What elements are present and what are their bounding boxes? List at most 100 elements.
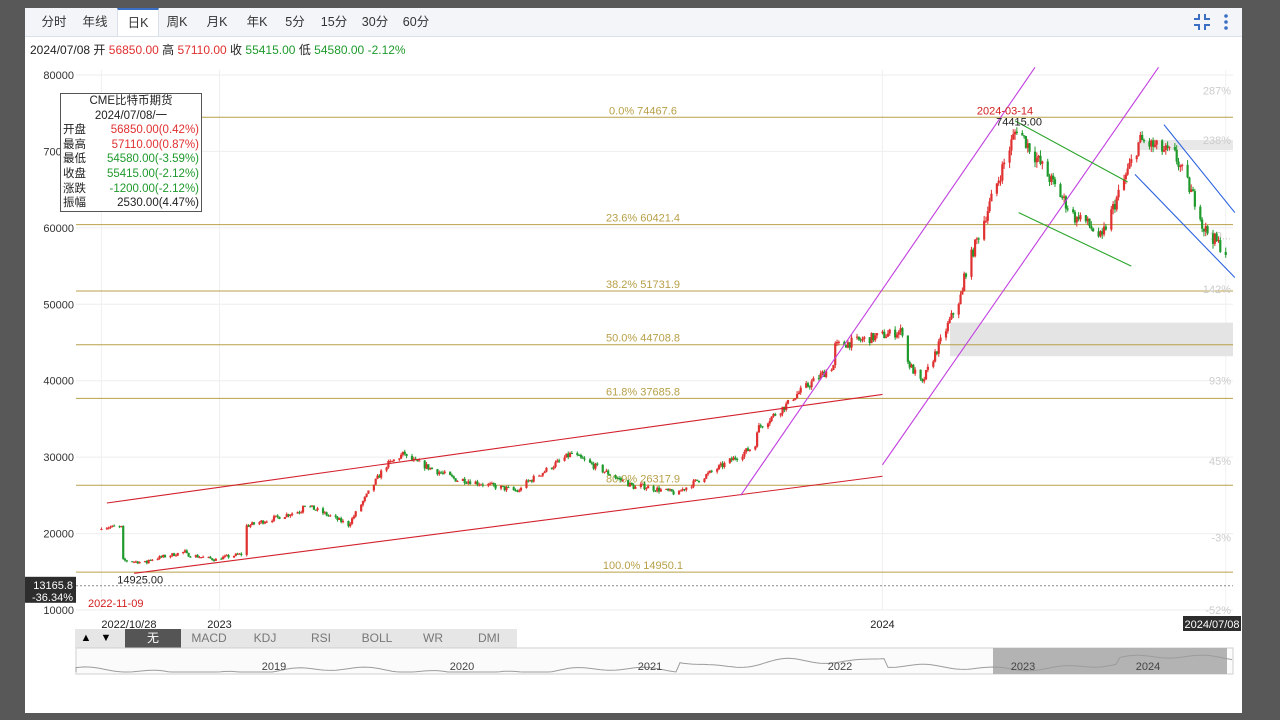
candle-body xyxy=(1008,150,1011,163)
candle-body xyxy=(214,558,217,561)
candle-body xyxy=(341,520,345,523)
candle-body xyxy=(1010,139,1013,151)
candle-body xyxy=(541,473,544,476)
candle-body xyxy=(1168,147,1171,149)
tooltip-row-value: 57110.00(0.87%) xyxy=(111,138,199,151)
candle-body xyxy=(1088,218,1091,226)
candle-body xyxy=(603,471,606,473)
candle-body xyxy=(1028,143,1031,152)
candle-body xyxy=(1206,226,1209,234)
candle-body xyxy=(1175,149,1178,162)
candle-body xyxy=(289,514,292,517)
candle-body xyxy=(481,484,484,486)
candle-body xyxy=(614,475,617,478)
pct-axis-label: 142% xyxy=(1203,284,1231,296)
candle-body xyxy=(621,480,624,482)
candle-body xyxy=(300,512,303,514)
candle-body xyxy=(723,462,726,467)
candle-body xyxy=(690,486,693,488)
candle-body xyxy=(325,512,328,516)
candle-body xyxy=(779,413,782,416)
candle-body xyxy=(944,331,948,338)
y-tick-label: 10000 xyxy=(43,605,74,617)
candle-body xyxy=(697,480,701,482)
candle-body xyxy=(1193,191,1196,207)
candle-body xyxy=(1090,225,1093,229)
candle-body xyxy=(367,490,370,494)
candle-body xyxy=(1181,164,1184,167)
candle-body xyxy=(1155,140,1158,145)
pct-axis-label: -52% xyxy=(1205,605,1231,617)
candle-body xyxy=(797,392,800,395)
candle-body xyxy=(1052,175,1055,180)
candle-body xyxy=(525,480,528,488)
x-tick-label: 2023 xyxy=(207,619,231,631)
candle-body xyxy=(926,366,929,371)
candle-body xyxy=(850,337,853,348)
candle-body xyxy=(176,553,179,556)
channel-line xyxy=(740,67,1036,496)
candle-body xyxy=(983,220,986,240)
candle-body xyxy=(303,505,306,507)
candle-body xyxy=(888,329,891,334)
candle-body xyxy=(1012,134,1015,140)
candle-body xyxy=(717,465,721,470)
zone-box xyxy=(950,322,1233,357)
candle-body xyxy=(897,331,900,335)
candle-body xyxy=(861,338,864,341)
candle-body xyxy=(1115,197,1118,210)
navigator-year-label: 2021 xyxy=(638,661,662,673)
candle-body xyxy=(830,370,833,372)
tooltip-row: 最低 54580.00(-3.59%) xyxy=(61,152,201,167)
navigator-year-label: 2020 xyxy=(450,661,474,673)
candle-body xyxy=(785,403,788,410)
candle-body xyxy=(716,469,719,472)
candle-body xyxy=(743,451,746,457)
candle-body xyxy=(1041,161,1044,164)
candle-body xyxy=(291,513,294,515)
candle-body xyxy=(1104,226,1107,230)
candle-body xyxy=(984,220,988,222)
candle-body xyxy=(924,370,928,380)
candle-body xyxy=(1079,215,1082,220)
fib-level-label: 23.6% 60421.4 xyxy=(606,213,680,225)
candle-body xyxy=(552,467,555,469)
candle-body xyxy=(463,478,466,484)
tooltip-row: 收盘 55415.00(-2.12%) xyxy=(61,167,201,182)
candle-body xyxy=(946,322,949,332)
candle-body xyxy=(705,474,708,479)
candle-body xyxy=(630,482,633,485)
candle-body xyxy=(283,517,286,520)
candle-body xyxy=(754,446,757,450)
candle-body xyxy=(588,459,592,463)
candle-body xyxy=(1153,144,1156,147)
tooltip-row: 涨跌 -1200.00(-2.12%) xyxy=(61,182,201,197)
candle-body xyxy=(196,555,199,558)
candle-body xyxy=(163,555,167,558)
candle-body xyxy=(249,524,252,527)
candle-body xyxy=(405,453,408,456)
candle-body xyxy=(1177,161,1180,167)
candle-body xyxy=(113,525,116,527)
candle-body xyxy=(539,475,543,477)
candle-body xyxy=(1003,162,1006,165)
candle-body xyxy=(1141,134,1144,141)
x-tick-label: 2024 xyxy=(870,619,894,631)
tooltip-row: 振幅 2530.00(4.47%) xyxy=(61,196,201,211)
candle-body xyxy=(1021,132,1024,136)
candle-body xyxy=(999,180,1002,182)
tooltip-row-value: 2530.00(4.47%) xyxy=(117,197,199,210)
candle-body xyxy=(554,462,557,468)
candle-body xyxy=(1186,164,1189,178)
candle-body xyxy=(1046,161,1049,177)
tooltip-row-value: 55415.00(-2.12%) xyxy=(106,167,199,180)
candle-body xyxy=(647,486,650,489)
candle-body xyxy=(952,313,955,315)
candle-body xyxy=(1124,174,1127,180)
candle-body xyxy=(736,459,739,461)
candle-body xyxy=(1179,166,1182,168)
candle-body xyxy=(957,304,960,315)
candle-body xyxy=(350,518,354,524)
candle-body xyxy=(125,560,128,562)
candle-body xyxy=(209,556,212,559)
